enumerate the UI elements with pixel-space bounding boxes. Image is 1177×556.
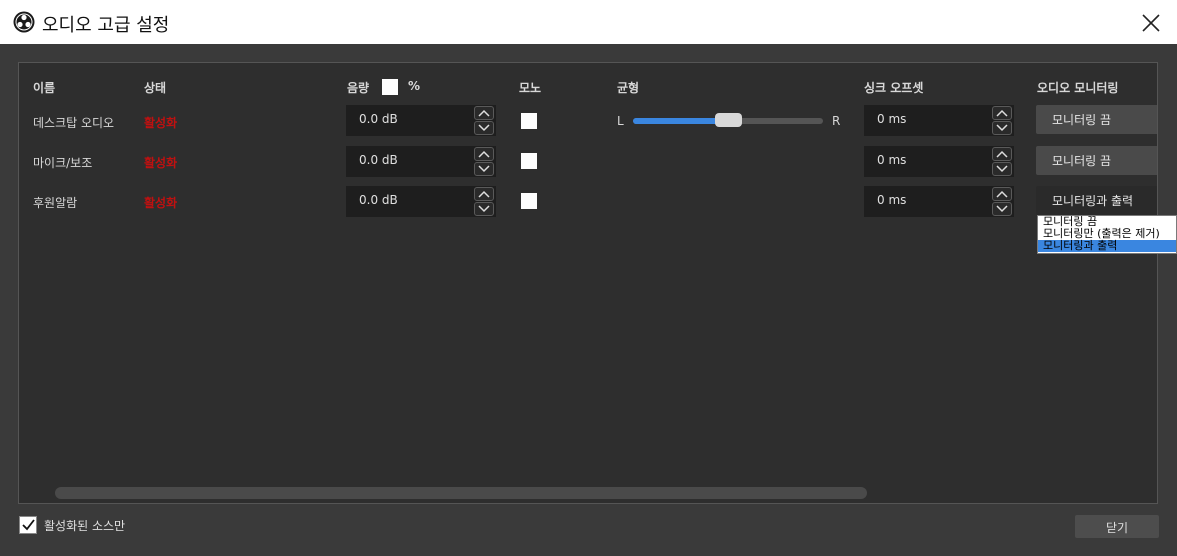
- sync-offset-value: 0 ms: [877, 112, 907, 126]
- decrement-button[interactable]: [474, 121, 494, 135]
- horizontal-scrollbar[interactable]: [55, 487, 867, 499]
- increment-button[interactable]: [474, 147, 494, 161]
- volume-value: 0.0 dB: [359, 153, 398, 167]
- increment-button[interactable]: [474, 187, 494, 201]
- chevron-down-icon: [996, 124, 1008, 132]
- chevron-down-icon: [478, 165, 490, 173]
- audio-sources-table: 이름 상태 음량 % 모노 균형 싱크 오프셋 오디오 모니터링 데스크탑 오디…: [18, 62, 1158, 504]
- monitoring-select[interactable]: 모니터링 끔: [1036, 146, 1157, 175]
- decrement-button[interactable]: [992, 162, 1012, 176]
- sync-offset-spinbox[interactable]: 0 ms: [864, 186, 1014, 217]
- volume-spinbox[interactable]: 0.0 dB: [346, 146, 496, 177]
- increment-button[interactable]: [992, 187, 1012, 201]
- mono-checkbox[interactable]: [521, 193, 537, 209]
- status-active: 활성화: [144, 156, 178, 170]
- monitoring-value: 모니터링 끔: [1052, 113, 1112, 127]
- only-active-label: 활성화된 소스만: [44, 519, 126, 533]
- obs-logo-icon: [13, 11, 35, 33]
- chevron-up-icon: [996, 190, 1008, 198]
- chevron-up-icon: [996, 150, 1008, 158]
- header-balance: 균형: [617, 81, 640, 95]
- volume-value: 0.0 dB: [359, 193, 398, 207]
- volume-spinbox[interactable]: 0.0 dB: [346, 186, 496, 217]
- status-active: 활성화: [144, 116, 178, 130]
- chevron-down-icon: [478, 205, 490, 213]
- header-mono: 모노: [519, 81, 542, 95]
- status-active: 활성화: [144, 196, 178, 210]
- balance-left-label: L: [617, 114, 624, 128]
- monitoring-select[interactable]: 모니터링 끔: [1036, 105, 1157, 134]
- decrement-button[interactable]: [474, 202, 494, 216]
- header-name: 이름: [33, 81, 56, 95]
- dropdown-option-selected[interactable]: 모니터링과 출력: [1038, 240, 1176, 252]
- header-status: 상태: [144, 81, 167, 95]
- header-volume: 음량: [347, 81, 370, 95]
- monitoring-select[interactable]: 모니터링과 출력: [1036, 186, 1157, 215]
- header-sync-offset: 싱크 오프셋: [864, 81, 924, 95]
- increment-button[interactable]: [992, 147, 1012, 161]
- only-active-checkbox[interactable]: [19, 516, 37, 534]
- close-button-label: 닫기: [1105, 521, 1129, 535]
- sync-offset-value: 0 ms: [877, 193, 907, 207]
- chevron-down-icon: [478, 124, 490, 132]
- sync-offset-spinbox[interactable]: 0 ms: [864, 105, 1014, 136]
- checkmark-icon: [22, 519, 35, 531]
- monitoring-value: 모니터링 끔: [1052, 154, 1112, 168]
- source-name: 후원알람: [33, 196, 78, 210]
- chevron-up-icon: [478, 150, 490, 158]
- sync-offset-spinbox[interactable]: 0 ms: [864, 146, 1014, 177]
- header-monitoring: 오디오 모니터링: [1037, 81, 1119, 95]
- source-name: 마이크/보조: [33, 156, 93, 170]
- chevron-up-icon: [478, 109, 490, 117]
- monitoring-dropdown-list: 모니터링 끔 모니터링만 (출력은 제거) 모니터링과 출력: [1037, 215, 1177, 254]
- monitoring-value: 모니터링과 출력: [1052, 194, 1134, 208]
- decrement-button[interactable]: [992, 121, 1012, 135]
- close-button[interactable]: 닫기: [1075, 515, 1159, 538]
- increment-button[interactable]: [474, 106, 494, 120]
- volume-spinbox[interactable]: 0.0 dB: [346, 105, 496, 136]
- volume-value: 0.0 dB: [359, 112, 398, 126]
- close-window-icon[interactable]: [1140, 12, 1162, 34]
- balance-slider-fill: [633, 118, 728, 124]
- volume-percent-checkbox[interactable]: [382, 79, 398, 95]
- title-bar: 오디오 고급 설정: [0, 0, 1177, 44]
- decrement-button[interactable]: [474, 162, 494, 176]
- header-volume-unit: %: [408, 79, 421, 93]
- increment-button[interactable]: [992, 106, 1012, 120]
- chevron-down-icon: [996, 205, 1008, 213]
- decrement-button[interactable]: [992, 202, 1012, 216]
- mono-checkbox[interactable]: [521, 153, 537, 169]
- chevron-up-icon: [478, 190, 490, 198]
- window-title: 오디오 고급 설정: [42, 15, 170, 36]
- mono-checkbox[interactable]: [521, 113, 537, 129]
- balance-right-label: R: [832, 114, 841, 128]
- chevron-up-icon: [996, 109, 1008, 117]
- sync-offset-value: 0 ms: [877, 153, 907, 167]
- balance-slider-handle[interactable]: [715, 113, 742, 127]
- chevron-down-icon: [996, 165, 1008, 173]
- source-name: 데스크탑 오디오: [33, 116, 115, 130]
